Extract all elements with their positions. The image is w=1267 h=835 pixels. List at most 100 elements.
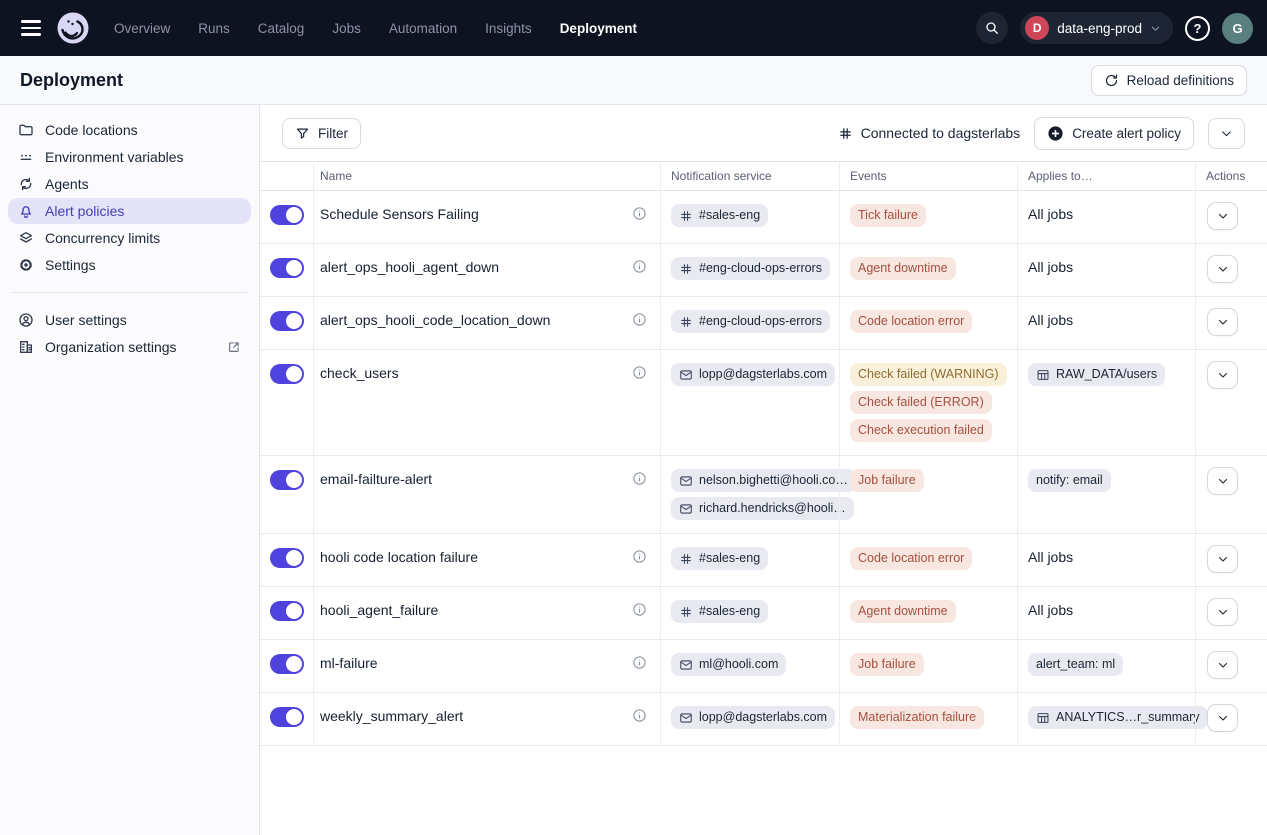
info-icon[interactable] (632, 365, 647, 380)
value-chip: #eng-cloud-ops-errors (671, 257, 830, 280)
row-actions-button[interactable] (1207, 255, 1238, 283)
info-icon[interactable] (632, 549, 647, 564)
info-icon[interactable] (632, 312, 647, 327)
nav-item-deployment[interactable]: Deployment (560, 21, 637, 36)
table-row: alert_ops_hooli_agent_down #eng-cloud-op… (260, 244, 1267, 297)
info-icon[interactable] (632, 708, 647, 723)
layers-icon (18, 230, 34, 246)
sidebar-item-organization-settings[interactable]: Organization settings (8, 334, 251, 360)
event-chip: Code location error (850, 310, 972, 333)
sidebar-item-settings[interactable]: Settings (8, 252, 251, 278)
enabled-toggle[interactable] (270, 548, 304, 568)
nav-item-catalog[interactable]: Catalog (258, 21, 305, 36)
enabled-toggle[interactable] (270, 205, 304, 225)
row-actions-button[interactable] (1207, 598, 1238, 626)
filter-label: Filter (318, 126, 348, 141)
sidebar-item-user-settings[interactable]: User settings (8, 307, 251, 333)
toolbar: Filter Connected to dagsterlabs Create a… (260, 105, 1267, 161)
row-actions-button[interactable] (1207, 704, 1238, 732)
value-chip: #sales-eng (671, 204, 768, 227)
events-cell: Job failure (839, 640, 1017, 692)
search-button[interactable] (976, 12, 1008, 44)
nav-item-runs[interactable]: Runs (198, 21, 230, 36)
email-icon (679, 711, 693, 725)
user-avatar[interactable]: G (1222, 13, 1253, 44)
sidebar-item-label: Environment variables (45, 149, 184, 165)
external-link-icon (227, 340, 241, 354)
table-row: alert_ops_hooli_code_location_down #eng-… (260, 297, 1267, 350)
value-chip: lopp@dagsterlabs.com (671, 363, 835, 386)
name-column-header: Name (313, 162, 660, 190)
event-chip: Agent downtime (850, 600, 956, 623)
applies-to-cell: RAW_DATA/users (1017, 350, 1195, 455)
row-actions-button[interactable] (1207, 651, 1238, 679)
sidebar-item-label: Code locations (45, 122, 138, 138)
sidebar-item-agents[interactable]: Agents (8, 171, 251, 197)
events-column-header: Events (839, 162, 1017, 190)
info-icon[interactable] (632, 259, 647, 274)
slack-icon (679, 605, 693, 619)
nav-item-overview[interactable]: Overview (114, 21, 170, 36)
row-actions-button[interactable] (1207, 308, 1238, 336)
chevron-down-icon (1217, 369, 1229, 381)
sidebar-item-label: Settings (45, 257, 96, 273)
chevron-down-icon (1220, 127, 1233, 140)
chevron-down-icon (1217, 606, 1229, 618)
create-alert-policy-button[interactable]: Create alert policy (1034, 117, 1194, 150)
connected-label: Connected to dagsterlabs (861, 125, 1021, 141)
enabled-toggle[interactable] (270, 364, 304, 384)
table-row: hooli_agent_failure #sales-eng Agent dow… (260, 587, 1267, 640)
event-chip: Code location error (850, 547, 972, 570)
table-row: weekly_summary_alert lopp@dagsterlabs.co… (260, 693, 1267, 746)
events-cell: Agent downtime (839, 587, 1017, 639)
info-icon[interactable] (632, 471, 647, 486)
sidebar-item-code-locations[interactable]: Code locations (8, 117, 251, 143)
info-icon[interactable] (632, 602, 647, 617)
enabled-toggle[interactable] (270, 470, 304, 490)
sidebar-item-label: Agents (45, 176, 89, 192)
enabled-toggle[interactable] (270, 601, 304, 621)
toggle-column-header (260, 162, 313, 190)
plus-circle-icon (1047, 125, 1064, 142)
reload-definitions-button[interactable]: Reload definitions (1091, 65, 1247, 96)
filter-button[interactable]: Filter (282, 118, 361, 149)
slack-icon (679, 209, 693, 223)
sidebar-item-environment-variables[interactable]: Environment variables (8, 144, 251, 170)
sidebar-divider (12, 292, 247, 293)
event-chip: Job failure (850, 653, 924, 676)
sidebar-item-alert-policies[interactable]: Alert policies (8, 198, 251, 224)
nav-item-insights[interactable]: Insights (485, 21, 532, 36)
value-chip: ANALYTICS…r_summary (1028, 706, 1208, 729)
alert-policies-main: Filter Connected to dagsterlabs Create a… (260, 105, 1267, 835)
row-actions-button[interactable] (1207, 545, 1238, 573)
nav-item-automation[interactable]: Automation (389, 21, 457, 36)
workspace-switcher[interactable]: D data-eng-prod (1020, 12, 1173, 44)
notification-column-header: Notification service (660, 162, 839, 190)
applies-to-text: All jobs (1028, 257, 1073, 278)
help-button[interactable]: ? (1185, 16, 1210, 41)
actions-column-header: Actions (1195, 162, 1267, 190)
chevron-down-icon (1217, 210, 1229, 222)
chevron-down-icon (1217, 475, 1229, 487)
alert-policy-name: weekly_summary_alert (320, 706, 463, 727)
events-cell: Tick failure (839, 191, 1017, 243)
chevron-down-icon (1150, 23, 1161, 34)
enabled-toggle[interactable] (270, 654, 304, 674)
nav-item-jobs[interactable]: Jobs (332, 21, 361, 36)
hamburger-menu-button[interactable] (14, 11, 48, 45)
value-chip: #sales-eng (671, 600, 768, 623)
applies-to-cell: All jobs (1017, 587, 1195, 639)
sidebar-item-concurrency-limits[interactable]: Concurrency limits (8, 225, 251, 251)
events-cell: Job failure (839, 456, 1017, 533)
alert-policy-name: check_users (320, 363, 399, 384)
chevron-down-icon (1217, 712, 1229, 724)
info-icon[interactable] (632, 206, 647, 221)
create-alert-policy-menu-button[interactable] (1208, 118, 1245, 149)
enabled-toggle[interactable] (270, 707, 304, 727)
row-actions-button[interactable] (1207, 361, 1238, 389)
enabled-toggle[interactable] (270, 258, 304, 278)
enabled-toggle[interactable] (270, 311, 304, 331)
row-actions-button[interactable] (1207, 467, 1238, 495)
row-actions-button[interactable] (1207, 202, 1238, 230)
info-icon[interactable] (632, 655, 647, 670)
